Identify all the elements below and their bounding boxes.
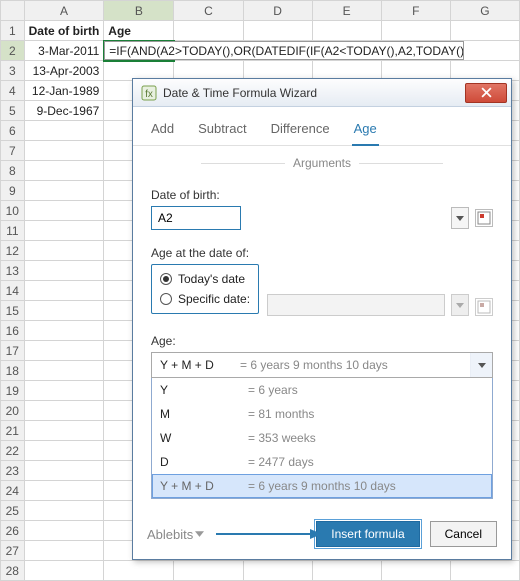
row-header-3[interactable]: 3	[1, 61, 25, 81]
radio-specific[interactable]: Specific date:	[160, 289, 250, 309]
dropdown-item-m[interactable]: M = 81 months	[152, 402, 492, 426]
row-header-4[interactable]: 4	[1, 81, 25, 101]
row-header-1[interactable]: 1	[1, 21, 25, 41]
formula-edit-overlay[interactable]: =IF(AND(A2>TODAY(),OR(DATEDIF(IF(A2<TODA…	[104, 41, 464, 60]
chevron-down-icon	[456, 303, 464, 308]
radio-specific-input[interactable]	[160, 293, 172, 305]
row-header-6[interactable]: 6	[1, 121, 25, 141]
specific-date-dropdown	[451, 294, 469, 316]
arguments-heading: Arguments	[193, 156, 451, 170]
radio-today[interactable]: Today's date	[160, 269, 250, 289]
row-header-17[interactable]: 17	[1, 341, 25, 361]
close-icon	[481, 87, 492, 98]
specific-date-input	[267, 294, 445, 316]
dialog-title: Date & Time Formula Wizard	[163, 86, 465, 100]
specific-date-range-picker	[475, 298, 493, 316]
row-header-12[interactable]: 12	[1, 241, 25, 261]
range-select-icon	[477, 300, 491, 314]
row-header-15[interactable]: 15	[1, 301, 25, 321]
radio-today-input[interactable]	[160, 273, 172, 285]
row-header-19[interactable]: 19	[1, 381, 25, 401]
dropdown-item-w[interactable]: W = 353 weeks	[152, 426, 492, 450]
cell-G1[interactable]	[450, 21, 519, 41]
cell-A1[interactable]: Date of birth	[24, 21, 104, 41]
row-header-25[interactable]: 25	[1, 501, 25, 521]
tab-add[interactable]: Add	[149, 115, 176, 145]
select-all-corner[interactable]	[1, 1, 25, 21]
row-header-7[interactable]: 7	[1, 141, 25, 161]
dob-dropdown-arrow[interactable]	[451, 207, 469, 229]
row-header-8[interactable]: 8	[1, 161, 25, 181]
row-header-24[interactable]: 24	[1, 481, 25, 501]
cell-C1[interactable]	[174, 21, 243, 41]
age-format-label: Age:	[151, 334, 493, 348]
col-header-C[interactable]: C	[174, 1, 243, 21]
close-button[interactable]	[465, 83, 507, 103]
wizard-tabs: Add Subtract Difference Age	[133, 107, 511, 146]
row-header-2[interactable]: 2	[1, 41, 25, 61]
row-header-21[interactable]: 21	[1, 421, 25, 441]
svg-text:fx: fx	[145, 89, 153, 100]
col-header-G[interactable]: G	[450, 1, 519, 21]
formula-wizard-dialog: fx Date & Time Formula Wizard Add Subtra…	[132, 78, 512, 560]
row-header-11[interactable]: 11	[1, 221, 25, 241]
col-header-E[interactable]: E	[312, 1, 381, 21]
age-format-dropdown: Y = 6 years M = 81 months W = 353 weeks …	[151, 378, 493, 499]
cell-A5[interactable]: 9-Dec-1967	[24, 101, 104, 121]
dob-label: Date of birth:	[151, 188, 493, 202]
col-header-B[interactable]: B	[104, 1, 174, 21]
col-header-D[interactable]: D	[243, 1, 312, 21]
annotation-arrow	[214, 527, 306, 541]
radio-today-label: Today's date	[178, 272, 245, 286]
cancel-button[interactable]: Cancel	[430, 521, 497, 547]
combo-hint: = 6 years 9 months 10 days	[240, 358, 470, 372]
row-header-16[interactable]: 16	[1, 321, 25, 341]
dialog-titlebar[interactable]: fx Date & Time Formula Wizard	[133, 79, 511, 107]
chevron-down-icon	[478, 363, 486, 368]
combo-arrow[interactable]	[470, 353, 492, 377]
cell-A3[interactable]: 13-Apr-2003	[24, 61, 104, 81]
radio-specific-label: Specific date:	[178, 292, 250, 306]
cell-E1[interactable]	[312, 21, 381, 41]
cell-A2[interactable]: 3-Mar-2011	[24, 41, 104, 61]
dob-range-picker[interactable]	[475, 209, 493, 227]
age-format-combo[interactable]: Y + M + D = 6 years 9 months 10 days	[151, 352, 493, 378]
cell-B1[interactable]: Age	[104, 21, 174, 41]
row-header-22[interactable]: 22	[1, 441, 25, 461]
brand-label[interactable]: Ablebits	[147, 527, 204, 542]
cell-B2[interactable]: =IF(AND(A2>TODAY(),OR(DATEDIF(IF(A2<TODA…	[104, 41, 174, 61]
row-header-18[interactable]: 18	[1, 361, 25, 381]
row-header-27[interactable]: 27	[1, 541, 25, 561]
cell-A4[interactable]: 12-Jan-1989	[24, 81, 104, 101]
dob-input[interactable]	[151, 206, 241, 230]
cell-F1[interactable]	[381, 21, 450, 41]
wizard-icon: fx	[141, 85, 157, 101]
row-header-9[interactable]: 9	[1, 181, 25, 201]
range-select-icon	[477, 211, 491, 225]
age-at-label: Age at the date of:	[151, 246, 493, 260]
age-at-radio-group: Today's date Specific date:	[151, 264, 259, 314]
col-header-A[interactable]: A	[24, 1, 104, 21]
dropdown-item-y[interactable]: Y = 6 years	[152, 378, 492, 402]
row-header-14[interactable]: 14	[1, 281, 25, 301]
tab-age[interactable]: Age	[352, 115, 379, 146]
row-header-20[interactable]: 20	[1, 401, 25, 421]
dropdown-item-ymd[interactable]: Y + M + D = 6 years 9 months 10 days	[152, 474, 492, 498]
chevron-down-icon	[456, 216, 464, 221]
insert-formula-button[interactable]: Insert formula	[316, 521, 419, 547]
combo-value: Y + M + D	[152, 358, 240, 372]
row-header-23[interactable]: 23	[1, 461, 25, 481]
dropdown-item-d[interactable]: D = 2477 days	[152, 450, 492, 474]
dialog-footer: Ablebits Insert formula Cancel	[133, 511, 511, 559]
tab-subtract[interactable]: Subtract	[196, 115, 248, 145]
row-header-10[interactable]: 10	[1, 201, 25, 221]
row-header-26[interactable]: 26	[1, 521, 25, 541]
row-header-13[interactable]: 13	[1, 261, 25, 281]
tab-difference[interactable]: Difference	[269, 115, 332, 145]
cell-D1[interactable]	[243, 21, 312, 41]
chevron-down-icon	[195, 531, 204, 537]
col-header-F[interactable]: F	[381, 1, 450, 21]
row-header-5[interactable]: 5	[1, 101, 25, 121]
